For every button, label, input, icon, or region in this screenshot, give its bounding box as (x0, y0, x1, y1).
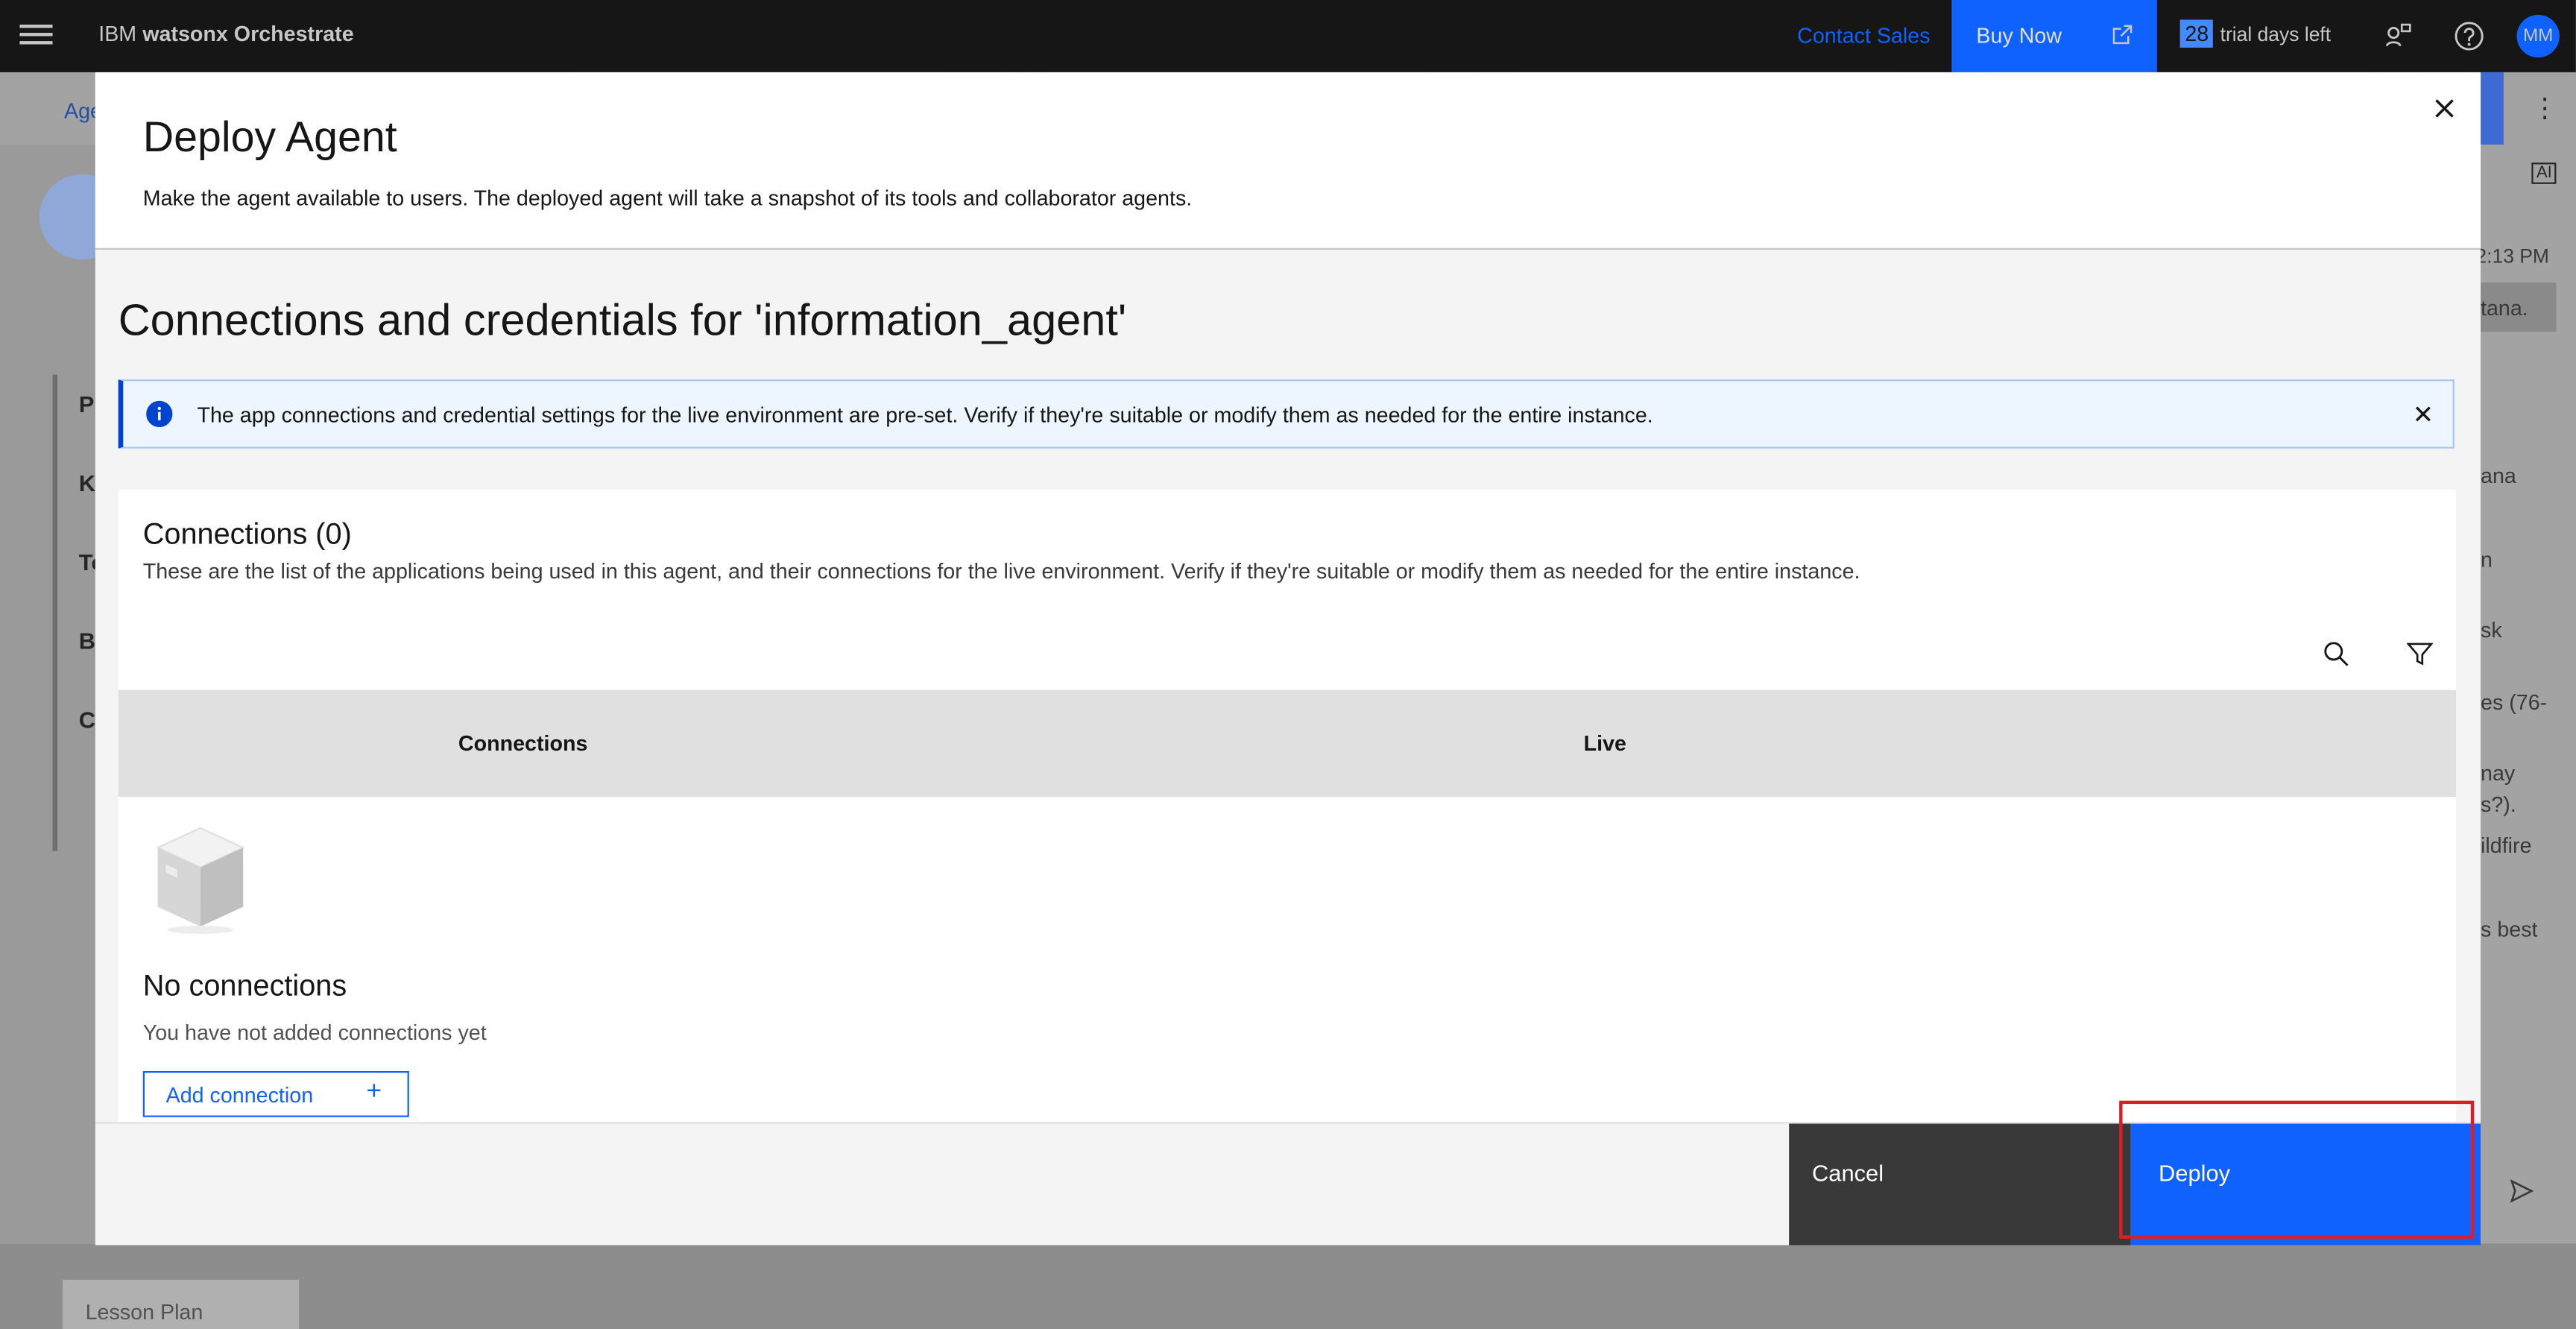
send-icon (2509, 1178, 2535, 1204)
lesson-plan-tab: Lesson Plan (63, 1280, 299, 1329)
ai-badge: AI (2531, 162, 2557, 184)
deploy-label: Deploy (2159, 1160, 2230, 1186)
empty-state-description: You have not added connections yet (143, 1020, 487, 1045)
hamburger-menu-icon[interactable] (19, 19, 52, 52)
filter-icon[interactable] (2407, 641, 2433, 667)
cancel-button[interactable]: Cancel (1789, 1124, 2130, 1246)
background-text: s best (2481, 917, 2537, 941)
close-notification-icon[interactable] (2411, 403, 2434, 426)
notification-text: The app connections and credential setti… (197, 403, 1652, 427)
background-chat-panel: ⋮ AI 2:13 PM tana. ana n sk es (76- nay … (2481, 72, 2576, 1243)
plus-icon: + (366, 1078, 382, 1108)
info-notification: The app connections and credential setti… (119, 379, 2455, 449)
info-icon (146, 401, 172, 427)
background-text: sk (2481, 618, 2502, 643)
connections-heading: Connections (0) (143, 517, 352, 552)
modal-title: Deploy Agent (143, 112, 397, 162)
close-icon[interactable] (2428, 92, 2461, 124)
connections-card: Connections (0) These are the list of th… (119, 490, 2456, 1131)
overflow-menu-icon: ⋮ (2531, 92, 2557, 124)
search-icon[interactable] (2323, 641, 2349, 667)
modal-footer: Cancel Deploy (95, 1122, 2481, 1245)
background-text: es (76- (2481, 690, 2547, 715)
buy-now-label: Buy Now (1976, 23, 2062, 48)
buy-now-button[interactable]: Buy Now (1951, 0, 2157, 72)
background-text: nay (2481, 760, 2515, 785)
background-text: ana (2481, 464, 2516, 488)
background-nav-item: K (79, 470, 95, 496)
switcher-icon[interactable] (2382, 19, 2415, 52)
help-icon[interactable] (2453, 19, 2486, 52)
column-header-live[interactable]: Live (1584, 731, 1626, 756)
background-text: n (2481, 547, 2493, 572)
background-blue-bar (2481, 72, 2504, 145)
trial-days-label: trial days left (2220, 23, 2331, 46)
top-bar: IBM watsonx Orchestrate Contact Sales Bu… (0, 0, 2576, 72)
section-title: Connections and credentials for 'informa… (119, 296, 1127, 347)
background-nav-rule (53, 375, 58, 851)
table-header: Connections Live (119, 690, 2456, 797)
deploy-button[interactable]: Deploy (2131, 1124, 2481, 1246)
background-text: s?). (2481, 792, 2516, 816)
deploy-agent-modal: Deploy Agent Make the agent available to… (95, 72, 2481, 1243)
connections-description: These are the list of the applications b… (143, 558, 1860, 583)
add-connection-label: Add connection (166, 1082, 314, 1107)
modal-header: Deploy Agent Make the agent available to… (95, 72, 2481, 250)
product-name[interactable]: IBM watsonx Orchestrate (98, 22, 353, 46)
background-text: ildfire (2481, 833, 2531, 857)
column-header-connections[interactable]: Connections (458, 731, 588, 756)
trial-indicator: 28 trial days left (2180, 19, 2331, 47)
add-connection-button[interactable]: Add connection + (143, 1071, 409, 1117)
background-nav-item: P (79, 391, 95, 417)
cancel-label: Cancel (1812, 1160, 1884, 1186)
empty-state-title: No connections (143, 969, 347, 1003)
user-avatar[interactable]: MM (2517, 15, 2560, 57)
modal-description: Make the agent available to users. The d… (143, 186, 1192, 210)
empty-box-icon (151, 818, 250, 937)
trial-days-badge: 28 (2180, 19, 2214, 47)
background-timestamp: 2:13 PM (2475, 244, 2549, 268)
contact-sales-link[interactable]: Contact Sales (1797, 23, 1930, 48)
background-text: tana. (2481, 296, 2528, 321)
modal-body: Connections and credentials for 'informa… (95, 250, 2481, 1124)
external-link-icon (2111, 23, 2134, 46)
